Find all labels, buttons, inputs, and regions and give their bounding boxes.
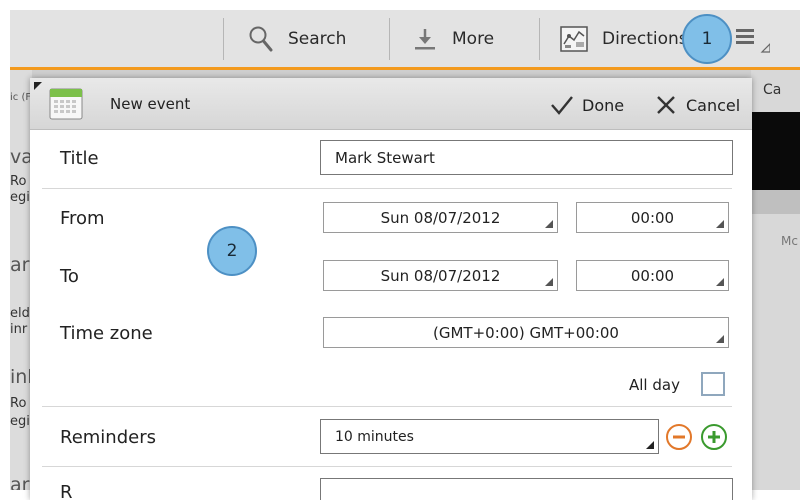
from-label: From — [60, 208, 105, 229]
row-divider — [42, 406, 732, 407]
to-date-value: Sun 08/07/2012 — [380, 266, 501, 285]
from-time-picker[interactable]: 00:00 — [576, 202, 729, 233]
next-row-label: R — [60, 482, 73, 500]
dialog-corner-mark — [34, 82, 42, 90]
more-label: More — [452, 29, 495, 49]
bg-fragment: var — [10, 146, 32, 168]
bg-fragment: ic (F — [10, 92, 32, 103]
to-label: To — [60, 266, 79, 287]
title-label: Title — [60, 148, 99, 169]
directions-action[interactable]: Directions — [560, 10, 688, 68]
calendar-icon — [49, 88, 83, 120]
done-label: Done — [582, 95, 625, 115]
cancel-button[interactable]: Cancel — [656, 93, 740, 117]
title-input[interactable]: Mark Stewart — [320, 140, 733, 175]
bg-calendar-label: Ca — [763, 82, 782, 98]
from-date-picker[interactable]: Sun 08/07/2012 — [323, 202, 558, 233]
action-bar-separator — [539, 18, 540, 60]
to-time-value: 00:00 — [630, 266, 675, 285]
done-button[interactable]: Done — [550, 93, 624, 117]
bg-fragment: inr — [10, 322, 28, 337]
allday-label: All day — [629, 376, 680, 394]
close-icon — [657, 96, 675, 114]
reminder-value: 10 minutes — [335, 428, 414, 445]
add-reminder-button[interactable] — [701, 424, 727, 450]
cancel-label: Cancel — [686, 95, 741, 115]
spinner-indicator-icon — [716, 220, 724, 228]
search-label: Search — [288, 29, 347, 49]
overflow-menu-icon — [736, 29, 771, 53]
search-action[interactable]: Search — [248, 10, 346, 68]
new-event-dialog: New event Done Cancel Title Mark Stewart… — [30, 78, 752, 500]
next-row-field[interactable] — [320, 478, 733, 500]
map-directions-icon — [560, 26, 588, 52]
bg-fragment: ark — [10, 474, 32, 490]
action-bar-separator — [223, 18, 224, 60]
spinner-indicator-icon — [545, 278, 553, 286]
action-bar-separator — [389, 18, 390, 60]
background-calendar-edge: Ca Mc — [751, 70, 800, 490]
from-date-value: Sun 08/07/2012 — [380, 208, 501, 227]
reminders-label: Reminders — [60, 427, 156, 448]
background-list-edge: ic (F var Ro egis ark eld inr ink Ro egi… — [10, 70, 32, 490]
bg-column-label: Mc — [781, 234, 798, 248]
bg-fragment: ark — [10, 254, 32, 276]
remove-reminder-button[interactable] — [666, 424, 692, 450]
bg-fragment: egis — [10, 414, 32, 429]
spinner-indicator-icon — [716, 278, 724, 286]
to-date-picker[interactable]: Sun 08/07/2012 — [323, 260, 558, 291]
bg-fragment: ink — [10, 366, 32, 388]
annotation-badge-1: 1 — [682, 14, 732, 64]
checkmark-icon — [551, 96, 573, 115]
spinner-indicator-icon — [646, 441, 654, 449]
dialog-header: New event Done Cancel — [30, 78, 752, 130]
annotation-badge-2: 2 — [207, 226, 257, 276]
timezone-value: (GMT+0:00) GMT+00:00 — [433, 323, 619, 342]
download-icon — [415, 29, 435, 50]
timezone-picker[interactable]: (GMT+0:00) GMT+00:00 — [323, 317, 729, 348]
dialog-title: New event — [110, 95, 191, 113]
more-action[interactable]: More — [412, 10, 494, 68]
reminder-picker[interactable]: 10 minutes — [320, 419, 659, 454]
spinner-indicator-icon — [545, 220, 553, 228]
bg-fragment: eld — [10, 306, 30, 321]
overflow-menu-button[interactable] — [736, 26, 771, 58]
title-input-value: Mark Stewart — [335, 148, 435, 167]
timezone-label: Time zone — [60, 323, 153, 344]
plus-icon — [708, 431, 720, 443]
row-divider — [42, 466, 732, 467]
minus-icon — [673, 435, 685, 439]
row-divider — [42, 188, 732, 189]
bg-fragment: Ro — [10, 396, 27, 411]
to-time-picker[interactable]: 00:00 — [576, 260, 729, 291]
search-icon — [249, 26, 273, 52]
bg-dark-panel — [751, 112, 800, 190]
bg-fragment: egis — [10, 190, 32, 205]
allday-checkbox[interactable] — [701, 372, 725, 396]
bg-fragment: Ro — [10, 174, 27, 189]
bg-header-strip — [751, 190, 800, 214]
from-time-value: 00:00 — [630, 208, 675, 227]
directions-label: Directions — [602, 29, 688, 49]
spinner-indicator-icon — [716, 335, 724, 343]
